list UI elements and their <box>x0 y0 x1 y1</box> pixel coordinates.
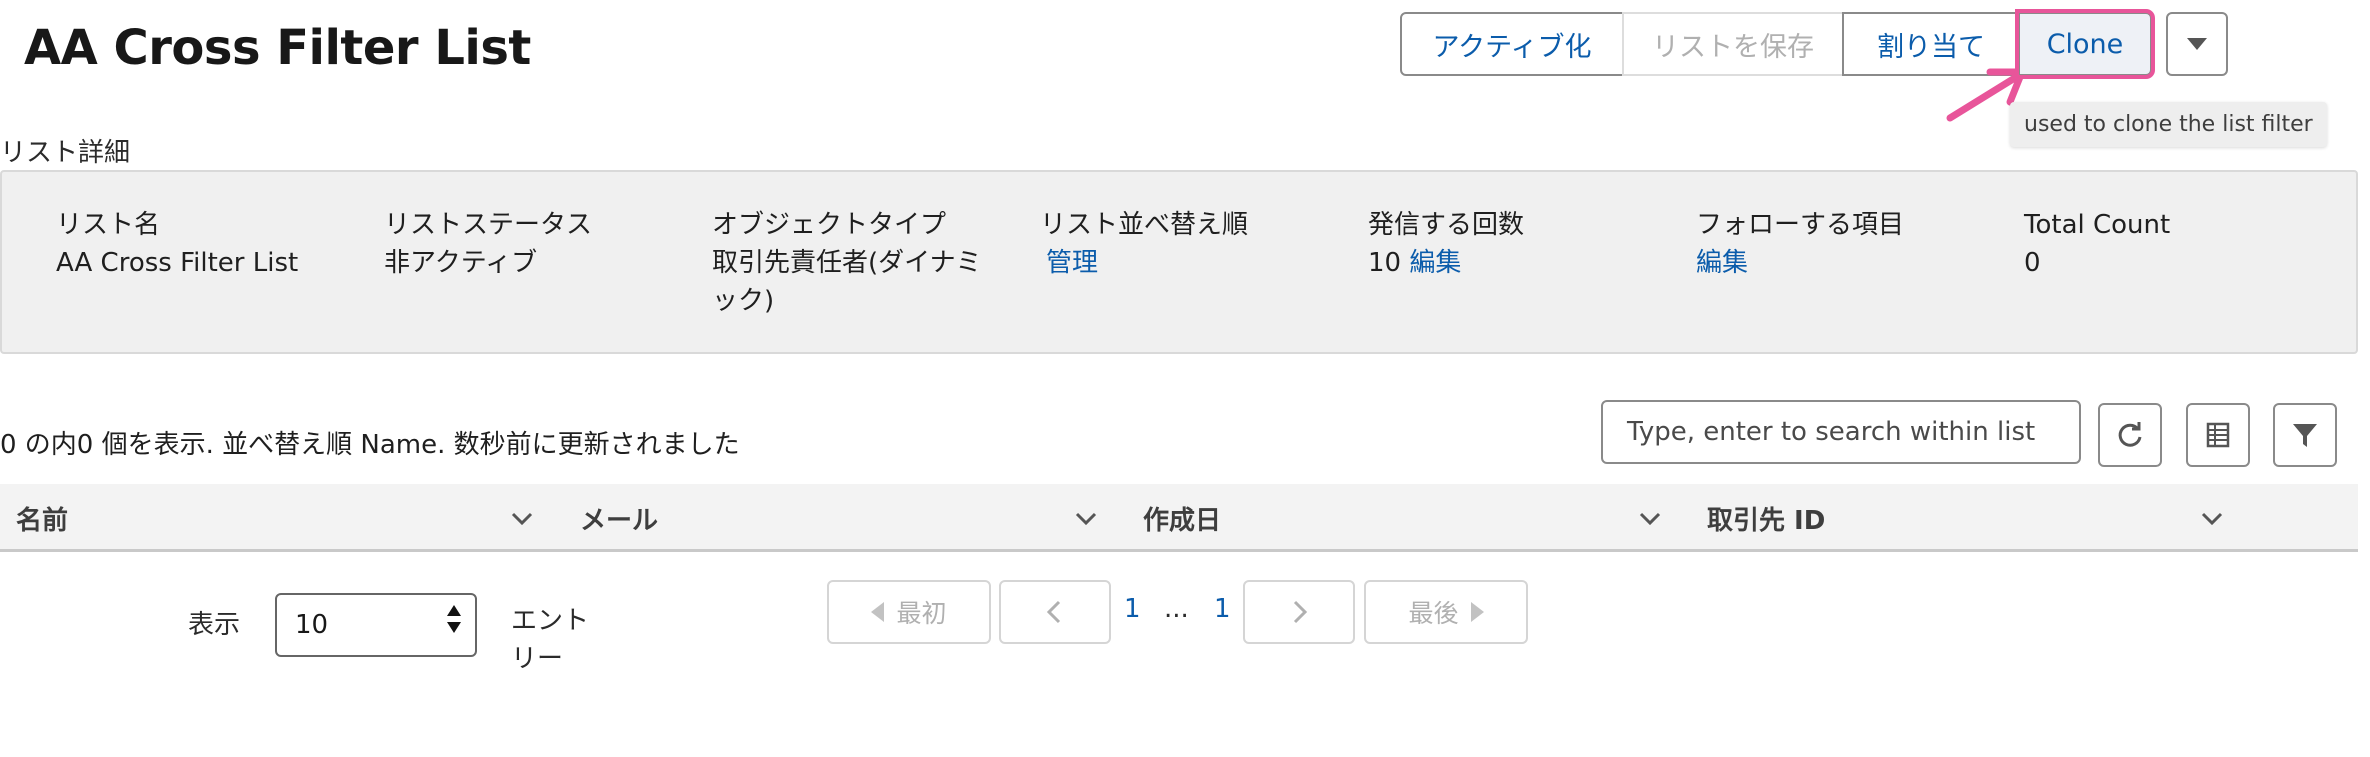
detail-value: ック) <box>712 286 775 316</box>
detail-label: リストステータス <box>384 210 593 240</box>
column-header-email[interactable]: メール <box>580 484 658 552</box>
action-button-group: アクティブ化 リストを保存 割り当て Clone <box>1400 9 2228 79</box>
activate-button[interactable]: アクティブ化 <box>1400 12 1624 76</box>
previous-page-button[interactable] <box>999 580 1111 644</box>
triangle-right-icon <box>1470 602 1484 622</box>
table-header: 名前 メール 作成日 取引先 ID <box>0 484 2358 552</box>
table-settings-button[interactable] <box>2186 403 2250 467</box>
manage-sort-link[interactable]: 管理 <box>1046 248 1098 278</box>
more-actions-button[interactable] <box>2166 12 2228 76</box>
detail-label: リスト名 <box>56 210 161 240</box>
detail-value: AA Cross Filter List <box>56 248 299 278</box>
column-header-account-id[interactable]: 取引先 ID <box>1707 484 1825 552</box>
clone-tooltip: used to clone the list filter <box>2010 102 2327 147</box>
detail-label: オブジェクトタイプ <box>712 210 947 240</box>
edit-call-count-link[interactable]: 編集 <box>1409 248 1461 278</box>
details-section-label: リスト詳細 <box>0 138 131 168</box>
detail-value: 取引先責任者(ダイナミ <box>712 248 982 278</box>
detail-label: Total Count <box>2024 210 2171 240</box>
stepper-arrows[interactable] <box>447 605 461 633</box>
triangle-left-icon <box>871 602 885 622</box>
last-page-label: 最後 <box>1408 599 1459 628</box>
table-settings-icon <box>2206 422 2230 448</box>
detail-follow-fields: フォローする項目 編集 <box>1696 206 1904 282</box>
page-number-current[interactable]: 1 <box>1124 594 1141 624</box>
detail-status: リストステータス 非アクティブ <box>384 206 592 282</box>
detail-label: リスト並べ替え順 <box>1040 210 1249 240</box>
decrement-icon[interactable] <box>447 622 461 633</box>
page-number-last[interactable]: 1 <box>1214 594 1231 624</box>
last-page-button[interactable]: 最後 <box>1364 580 1528 644</box>
chevron-down-icon[interactable] <box>2198 504 2226 532</box>
entries-label: エント リー <box>511 602 601 678</box>
entries-label-line: エント <box>511 606 590 636</box>
detail-object-type: オブジェクトタイプ 取引先責任者(ダイナミ ック) <box>712 206 982 320</box>
detail-value: 10 <box>1368 248 1402 278</box>
list-search-input[interactable]: Type, enter to search within list <box>1601 400 2081 464</box>
first-page-button[interactable]: 最初 <box>827 580 991 644</box>
detail-value: 非アクティブ <box>384 248 538 278</box>
chevron-down-icon <box>2187 38 2207 50</box>
page-size-stepper[interactable]: 10 <box>275 593 477 657</box>
detail-value: 0 <box>2024 248 2041 278</box>
page-size-label: 表示 <box>188 610 241 640</box>
detail-label: フォローする項目 <box>1696 210 1905 240</box>
column-header-created-date[interactable]: 作成日 <box>1143 484 1221 552</box>
filter-button[interactable] <box>2273 403 2337 467</box>
entries-label-line: リー <box>511 644 564 674</box>
detail-call-count: 発信する回数 10 編集 <box>1368 206 1524 282</box>
refresh-button[interactable] <box>2098 403 2162 467</box>
save-list-button[interactable]: リストを保存 <box>1622 12 1844 76</box>
increment-icon[interactable] <box>447 605 461 616</box>
next-page-button[interactable] <box>1243 580 1355 644</box>
refresh-icon <box>2118 422 2142 447</box>
filter-icon <box>2293 424 2317 447</box>
page-size-value[interactable]: 10 <box>295 610 328 640</box>
chevron-down-icon[interactable] <box>1636 504 1664 532</box>
chevron-down-icon[interactable] <box>508 504 536 532</box>
detail-label: 発信する回数 <box>1368 210 1525 240</box>
detail-list-name: リスト名 AA Cross Filter List <box>56 206 298 282</box>
chevron-left-icon <box>1046 600 1061 624</box>
list-details-panel: リスト名 AA Cross Filter List リストステータス 非アクティ… <box>0 170 2358 354</box>
page-title: AA Cross Filter List <box>24 20 531 76</box>
first-page-label: 最初 <box>896 599 947 628</box>
detail-total-count: Total Count 0 <box>2024 206 2170 282</box>
detail-sort-order: リスト並べ替え順 管理 <box>1040 206 1248 282</box>
clone-button[interactable]: Clone <box>2015 9 2155 79</box>
page-ellipsis: ... <box>1164 594 1189 624</box>
chevron-down-icon[interactable] <box>1072 504 1100 532</box>
chevron-right-icon <box>1293 600 1308 624</box>
list-summary: 0 の内0 個を表示. 並べ替え順 Name. 数秒前に更新されました <box>0 430 740 460</box>
column-header-name[interactable]: 名前 <box>16 484 68 552</box>
edit-follow-fields-link[interactable]: 編集 <box>1696 248 1748 278</box>
